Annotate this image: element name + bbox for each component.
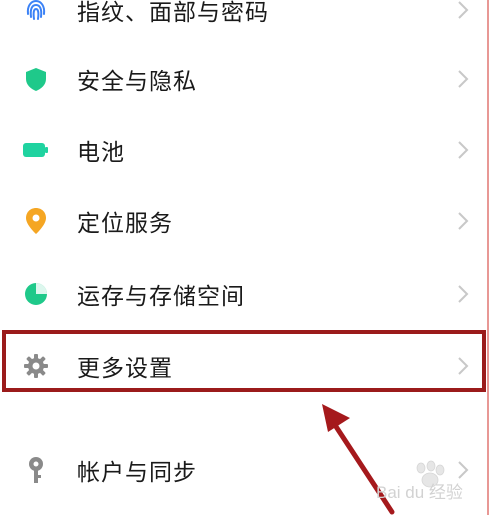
watermark-text: Bai du 经验 [376,483,463,502]
annotation-arrow [322,404,395,515]
settings-screen: 指纹、面部与密码 安全与隐私 电池 定位服务 运存与存储空间 更多设置 帐户与同… [0,0,493,515]
watermark: Bai du 经验 [368,458,488,508]
